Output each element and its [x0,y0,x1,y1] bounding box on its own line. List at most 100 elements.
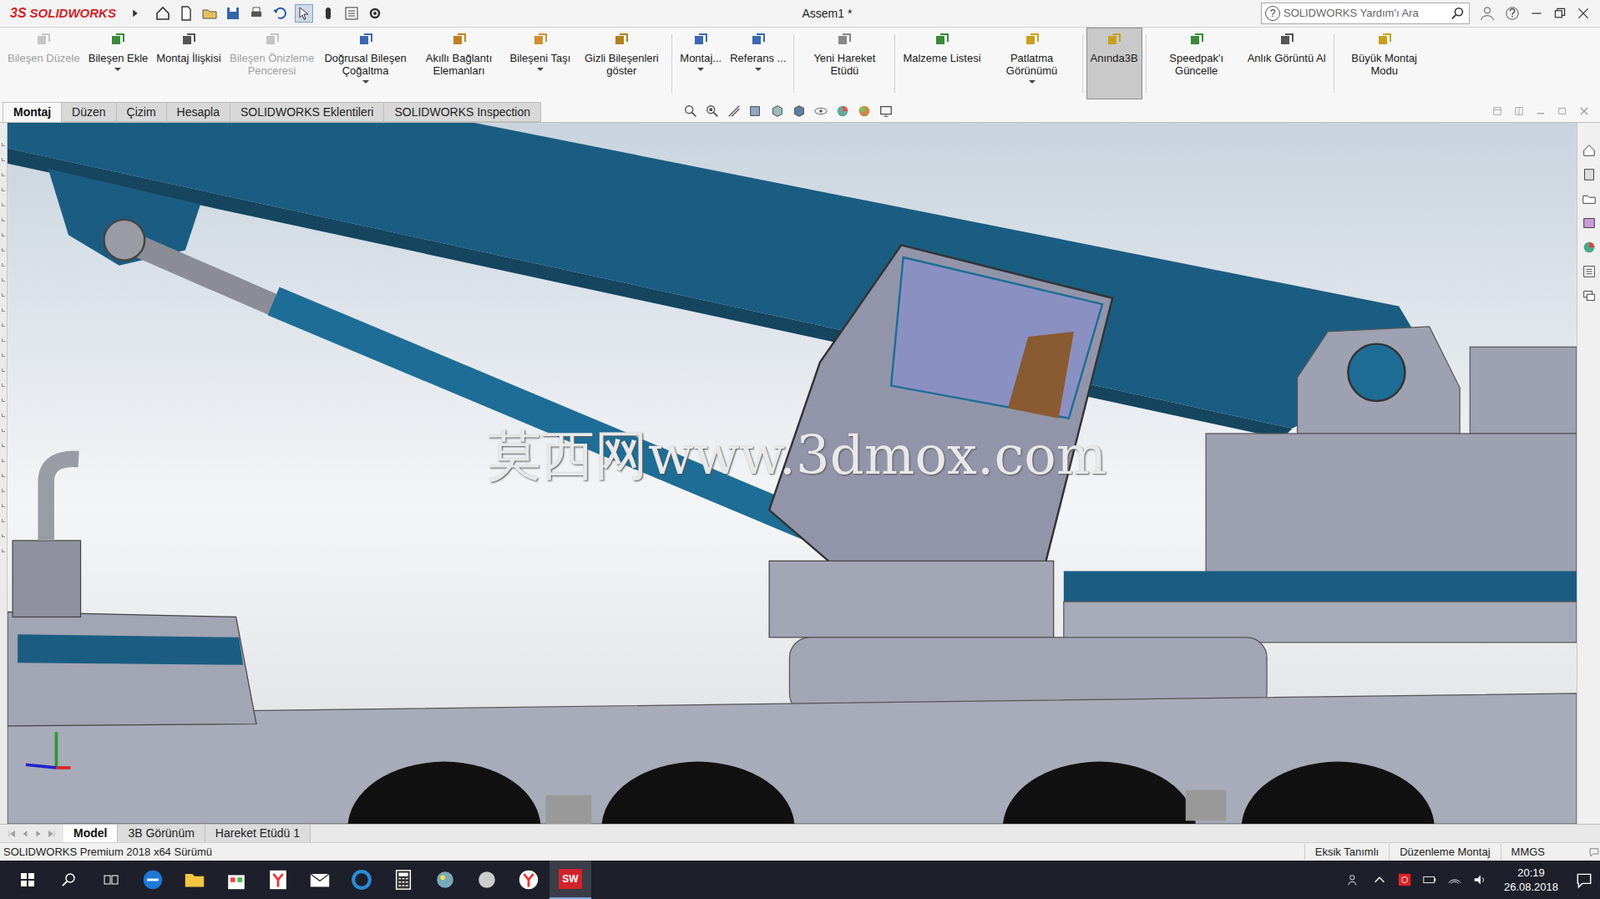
status-item[interactable]: MMGS [1500,843,1555,861]
antivirus-icon[interactable] [1397,871,1413,887]
dropdown-arrow-icon[interactable] [536,67,544,71]
taskbar-button[interactable] [6,860,49,899]
next-tab-icon[interactable] [33,828,44,839]
taskbar-button[interactable] [424,860,466,899]
taskbar-button[interactable] [215,860,258,899]
view-palette-icon[interactable] [1581,215,1597,231]
home-icon[interactable] [154,5,172,22]
dropdown-arrow-icon[interactable] [697,67,704,71]
ribbon-button[interactable]: Akıllı Bağlantı Elemanları [412,27,507,100]
bottom-tab[interactable]: Model [63,824,118,842]
taskbar-button[interactable] [298,860,341,899]
open-icon[interactable] [201,5,218,22]
ribbon-button[interactable]: Anında3B [1086,27,1143,100]
ribbon-button[interactable]: Montaj İlişkisi [151,27,225,100]
doc-minimize-icon[interactable] [1534,105,1547,117]
appearances-icon[interactable] [1581,239,1597,255]
bottom-tab[interactable]: Hareket Etüdü 1 [205,824,311,842]
zoom-area-icon[interactable] [704,103,720,119]
ribbon-button[interactable]: Doğrusal Bileşen Çoğaltma [318,27,413,100]
minimize-icon[interactable] [1529,6,1544,21]
collapsed-feature-tree[interactable] [0,122,8,824]
file-properties-icon[interactable] [343,5,360,22]
close-icon[interactable] [1576,6,1590,21]
command-tab[interactable]: SOLIDWORKS Inspection [383,101,542,122]
taskbar-button[interactable] [507,860,550,899]
taskbar-button[interactable] [340,860,383,899]
help-search-input[interactable] [1283,5,1448,22]
select-icon[interactable] [294,4,314,23]
help-icon[interactable] [1504,5,1520,21]
file-explorer-icon[interactable] [1581,191,1597,207]
notifications-icon[interactable] [1574,870,1594,889]
ribbon-button[interactable]: Malzeme Listesi [898,27,985,100]
taskbar-button[interactable]: SW [549,860,592,899]
custom-properties-icon[interactable] [1581,263,1597,279]
zoom-fit-icon[interactable] [683,103,699,119]
doc-close-icon[interactable] [1578,105,1590,117]
menu-arrow-icon[interactable] [129,7,142,20]
view-settings-icon[interactable] [878,103,894,119]
command-tab[interactable]: Montaj [2,101,62,122]
last-tab-icon[interactable] [46,828,57,839]
prev-tab-icon[interactable] [20,828,31,839]
resources-icon[interactable] [1581,142,1597,158]
display-style-icon[interactable] [791,103,807,119]
dropdown-arrow-icon[interactable] [362,80,370,84]
ribbon-button[interactable]: Gizli Bileşenleri göster [574,27,669,100]
taskbar-button[interactable] [257,860,299,899]
tooltip-icon[interactable] [1588,845,1600,858]
command-tab[interactable]: Düzen [60,101,117,122]
ribbon-button[interactable]: Patlatma Görünümü [985,27,1079,100]
volume-icon[interactable] [1472,871,1488,887]
scene-icon[interactable] [856,103,872,119]
print-icon[interactable] [248,5,265,22]
appearance-icon[interactable] [835,103,851,119]
ribbon-button[interactable]: Speedpak'ı Güncelle [1149,27,1244,100]
dropdown-arrow-icon[interactable] [1028,80,1036,84]
help-search[interactable]: ? [1260,2,1470,25]
ribbon-button[interactable]: Bileşen Önizleme Penceresi [225,27,319,100]
clock[interactable]: 20:1926.08.2018 [1497,865,1565,894]
rebuild-icon[interactable] [319,5,337,22]
command-tab[interactable]: Hesapla [166,101,231,122]
first-tab-icon[interactable] [6,828,17,839]
ribbon-button[interactable]: Bileşeni Taşı [506,27,576,100]
doc-restore-icon[interactable] [1556,105,1569,117]
view-orientation-icon[interactable] [769,103,785,119]
ribbon-button[interactable]: Montaj... [675,27,726,100]
design-library-icon[interactable] [1581,167,1597,183]
dropdown-arrow-icon[interactable] [114,67,122,71]
tile-vertical-icon[interactable] [1513,105,1525,117]
ribbon-button[interactable]: Bileşen Ekle [84,27,153,100]
battery-icon[interactable] [1422,871,1438,887]
forum-icon[interactable] [1581,288,1597,304]
command-tab[interactable]: Çizim [116,101,168,122]
dropdown-arrow-icon[interactable] [754,67,762,71]
previous-view-icon[interactable] [726,103,742,119]
taskbar-button[interactable] [48,860,91,899]
taskbar-button[interactable] [465,860,508,899]
people-icon[interactable] [1346,871,1363,887]
taskbar-button[interactable] [90,860,132,899]
taskbar-button[interactable] [382,860,425,899]
tile-horizontal-icon[interactable] [1491,105,1504,117]
save-icon[interactable] [224,5,242,22]
hide-show-icon[interactable] [813,103,829,119]
taskbar-button[interactable] [173,860,216,899]
ribbon-button[interactable]: Anlık Görüntü Al [1243,27,1331,100]
undo-icon[interactable] [271,5,289,22]
wifi-icon[interactable] [1447,871,1463,887]
options-icon[interactable] [366,5,384,22]
tray-expand-icon[interactable] [1372,871,1388,887]
restore-icon[interactable] [1553,6,1567,21]
ribbon-button[interactable]: Bileşen Düzele [3,27,85,100]
ribbon-button[interactable]: Referans ... [725,27,790,100]
ribbon-button[interactable]: Yeni Hareket Etüdü [797,27,892,100]
bottom-tab[interactable]: 3B Görünüm [117,824,205,842]
ribbon-button[interactable]: Büyük Montaj Modu [1337,27,1432,100]
graphics-area[interactable]: 莫西网www.3dmox.com [7,122,1577,824]
taskbar-button[interactable] [131,860,174,899]
user-icon[interactable] [1479,5,1495,21]
command-tab[interactable]: SOLIDWORKS Eklentileri [229,101,385,122]
